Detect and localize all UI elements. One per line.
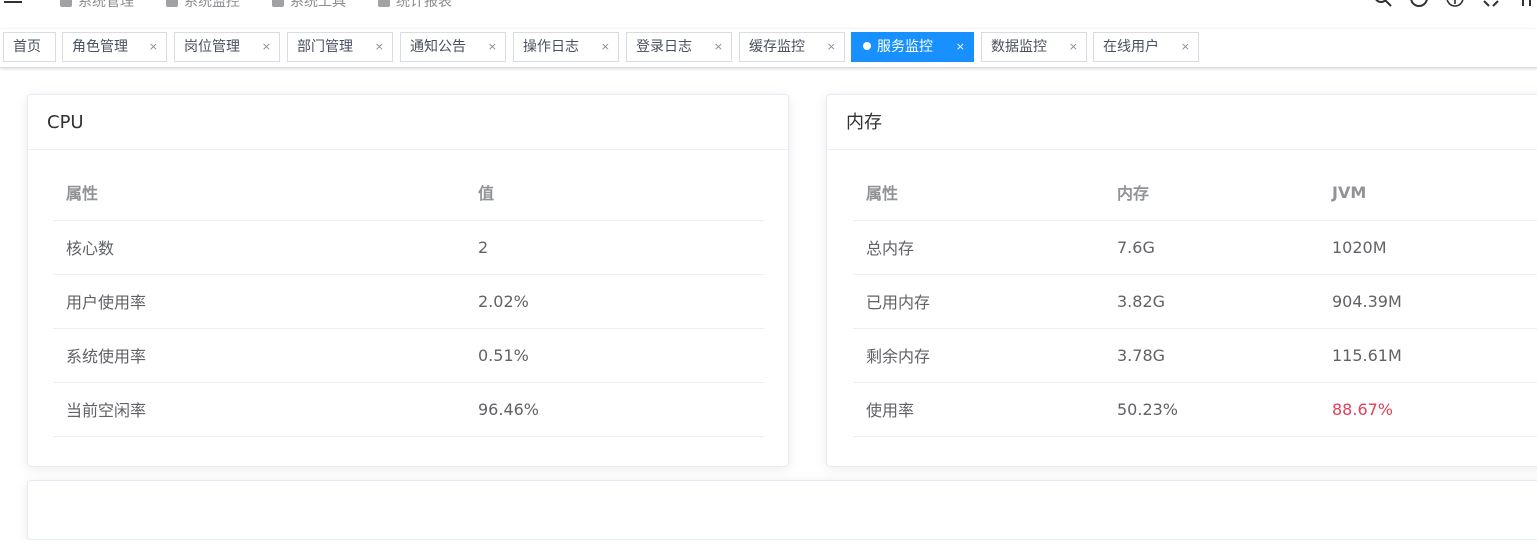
cpu-cell-value: 0.51%	[465, 328, 764, 383]
top-menu: 系统管理 系统监控 系统工具 统计报表	[60, 0, 452, 11]
close-icon[interactable]: ×	[827, 33, 836, 61]
tag-role[interactable]: 角色管理 ×	[62, 32, 167, 62]
tag-logininfor[interactable]: 登录日志 ×	[626, 32, 732, 62]
search-icon[interactable]	[1373, 0, 1393, 8]
top-menu-item-tool[interactable]: 系统工具	[272, 0, 346, 11]
table-row: 用户使用率 2.02%	[53, 274, 764, 329]
close-icon[interactable]: ×	[375, 33, 384, 61]
cpu-cell-label: 核心数	[53, 220, 465, 275]
right-tools	[1373, 0, 1537, 8]
close-icon[interactable]: ×	[262, 33, 271, 61]
memory-cell-jvm: 1020M	[1319, 220, 1537, 275]
tag-druid[interactable]: 数据监控 ×	[981, 32, 1087, 62]
tag-dept[interactable]: 部门管理 ×	[287, 32, 393, 62]
report-icon	[378, 0, 390, 7]
navbar: 系统管理 系统监控 系统工具 统计报表	[0, 0, 1537, 28]
active-dot-icon	[863, 42, 871, 50]
memory-card-header: 内存	[827, 95, 1537, 150]
close-icon[interactable]: ×	[1069, 33, 1078, 61]
memory-cell-label: 已用内存	[853, 274, 1104, 329]
cpu-cell-label: 用户使用率	[53, 274, 465, 329]
memory-card-title: 内存	[846, 112, 882, 133]
memory-cell-mem: 7.6G	[1104, 220, 1319, 275]
memory-cell-label: 总内存	[853, 220, 1104, 275]
question-icon[interactable]	[1445, 0, 1465, 8]
tool-icon	[272, 0, 284, 7]
hamburger-icon[interactable]	[4, 0, 24, 5]
table-row: 使用率 50.23% 88.67%	[853, 382, 1537, 437]
memory-header-attr: 属性	[853, 165, 1104, 221]
tag-home[interactable]: 首页	[3, 32, 56, 62]
cpu-header-value: 值	[465, 165, 764, 221]
cpu-table-header-row: 属性 值	[53, 165, 764, 221]
fullscreen-icon[interactable]	[1481, 0, 1501, 8]
top-menu-item-monitor[interactable]: 系统监控	[166, 0, 240, 11]
cpu-cell-label: 当前空闲率	[53, 382, 465, 437]
table-row: 已用内存 3.82G 904.39M	[853, 274, 1537, 329]
tag-online[interactable]: 在线用户 ×	[1093, 32, 1199, 62]
memory-cell-jvm: 115.61M	[1319, 328, 1537, 383]
tag-server[interactable]: 服务监控 ×	[851, 32, 974, 62]
memory-cell-jvm: 904.39M	[1319, 274, 1537, 329]
memory-cell-mem: 3.82G	[1104, 274, 1319, 329]
memory-cell-label: 使用率	[853, 382, 1104, 437]
cpu-card-header: CPU	[28, 95, 788, 150]
tag-operlog[interactable]: 操作日志 ×	[513, 32, 619, 62]
github-icon[interactable]	[1409, 0, 1429, 8]
cpu-cell-value: 2	[465, 220, 764, 275]
cpu-header-attr: 属性	[53, 165, 465, 221]
close-icon[interactable]: ×	[149, 33, 158, 61]
tag-cache[interactable]: 缓存监控 ×	[739, 32, 845, 62]
table-row: 总内存 7.6G 1020M	[853, 220, 1537, 275]
memory-header-mem: 内存	[1104, 165, 1319, 221]
cpu-card: CPU 属性 值 核心数 2 用户使用率 2.02% 系统使用率 0.51% 当…	[27, 94, 789, 467]
memory-cell-mem: 3.78G	[1104, 328, 1319, 383]
cpu-card-title: CPU	[47, 112, 84, 133]
next-card	[27, 480, 1537, 540]
memory-table-header-row: 属性 内存 JVM	[853, 165, 1537, 221]
top-menu-item-system[interactable]: 系统管理	[60, 0, 134, 11]
tag-post[interactable]: 岗位管理 ×	[174, 32, 280, 62]
close-icon[interactable]: ×	[601, 33, 610, 61]
cpu-cell-value: 2.02%	[465, 274, 764, 329]
table-row: 系统使用率 0.51%	[53, 328, 764, 383]
close-icon[interactable]: ×	[714, 33, 723, 61]
close-icon[interactable]: ×	[1181, 33, 1190, 61]
close-icon[interactable]: ×	[488, 33, 497, 61]
cpu-cell-label: 系统使用率	[53, 328, 465, 383]
top-menu-item-report[interactable]: 统计报表	[378, 0, 452, 11]
table-row: 剩余内存 3.78G 115.61M	[853, 328, 1537, 383]
system-icon	[60, 0, 72, 7]
cpu-table: 属性 值 核心数 2 用户使用率 2.02% 系统使用率 0.51% 当前空闲率…	[53, 165, 764, 437]
memory-cell-label: 剩余内存	[853, 328, 1104, 383]
font-size-icon[interactable]	[1517, 0, 1537, 8]
memory-cell-mem: 50.23%	[1104, 382, 1319, 437]
memory-cell-jvm-usage-warning: 88.67%	[1319, 382, 1537, 437]
close-icon[interactable]: ×	[956, 33, 965, 61]
cpu-cell-value: 96.46%	[465, 382, 764, 437]
memory-table: 属性 内存 JVM 总内存 7.6G 1020M 已用内存 3.82G 904.…	[853, 165, 1537, 437]
table-row: 核心数 2	[53, 220, 764, 275]
memory-card: 内存 属性 内存 JVM 总内存 7.6G 1020M 已用内存 3.82G 9…	[826, 94, 1537, 467]
tags-view: 首页 角色管理 × 岗位管理 × 部门管理 × 通知公告 × 操作日志 × 登录日志 × 缓…	[0, 29, 1537, 68]
monitor-icon	[166, 0, 178, 7]
memory-header-jvm: JVM	[1319, 165, 1537, 221]
tag-notice[interactable]: 通知公告 ×	[400, 32, 506, 62]
table-row: 当前空闲率 96.46%	[53, 382, 764, 437]
